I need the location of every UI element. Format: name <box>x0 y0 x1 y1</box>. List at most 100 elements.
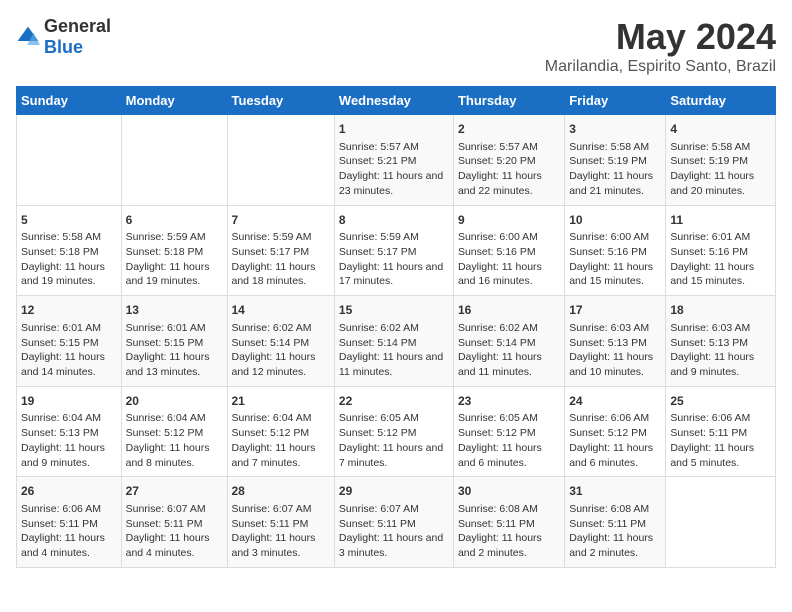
calendar-cell: 21Sunrise: 6:04 AM Sunset: 5:12 PM Dayli… <box>227 386 334 477</box>
day-number: 11 <box>670 212 771 229</box>
day-number: 23 <box>458 393 560 410</box>
logo-blue: Blue <box>44 37 83 57</box>
day-number: 1 <box>339 121 449 138</box>
day-number: 22 <box>339 393 449 410</box>
day-info: Sunrise: 5:58 AM Sunset: 5:19 PM Dayligh… <box>670 140 771 199</box>
day-info: Sunrise: 5:59 AM Sunset: 5:18 PM Dayligh… <box>126 230 223 289</box>
day-info: Sunrise: 6:02 AM Sunset: 5:14 PM Dayligh… <box>232 321 330 380</box>
day-info: Sunrise: 6:07 AM Sunset: 5:11 PM Dayligh… <box>126 502 223 561</box>
day-info: Sunrise: 5:58 AM Sunset: 5:18 PM Dayligh… <box>21 230 117 289</box>
day-info: Sunrise: 5:58 AM Sunset: 5:19 PM Dayligh… <box>569 140 661 199</box>
day-info: Sunrise: 6:00 AM Sunset: 5:16 PM Dayligh… <box>569 230 661 289</box>
calendar-cell: 16Sunrise: 6:02 AM Sunset: 5:14 PM Dayli… <box>453 296 564 387</box>
day-number: 10 <box>569 212 661 229</box>
logo-icon <box>16 25 40 49</box>
day-number: 24 <box>569 393 661 410</box>
calendar-week-row: 1 Sunrise: 5:57 AM Sunset: 5:21 PM Daylig… <box>17 115 776 206</box>
calendar-cell: 15 Sunrise: 6:02 AM Sunset: 5:14 PM Dayli… <box>334 296 453 387</box>
day-number: 29 <box>339 483 449 500</box>
header-day: Tuesday <box>227 87 334 115</box>
day-number: 19 <box>21 393 117 410</box>
day-number: 31 <box>569 483 661 500</box>
day-info: Sunrise: 6:01 AM Sunset: 5:16 PM Dayligh… <box>670 230 771 289</box>
day-info: Sunrise: 5:59 AM Sunset: 5:17 PM Dayligh… <box>232 230 330 289</box>
header-day: Saturday <box>666 87 776 115</box>
day-info: Sunrise: 6:06 AM Sunset: 5:11 PM Dayligh… <box>670 411 771 470</box>
day-number: 25 <box>670 393 771 410</box>
day-number: 30 <box>458 483 560 500</box>
calendar-cell: 24Sunrise: 6:06 AM Sunset: 5:12 PM Dayli… <box>565 386 666 477</box>
day-info: Sunrise: 6:07 AM Sunset: 5:11 PM Dayligh… <box>339 502 449 561</box>
calendar-cell: 11Sunrise: 6:01 AM Sunset: 5:16 PM Dayli… <box>666 205 776 296</box>
calendar-table: SundayMondayTuesdayWednesdayThursdayFrid… <box>16 86 776 568</box>
calendar-cell <box>17 115 122 206</box>
day-info: Sunrise: 6:07 AM Sunset: 5:11 PM Dayligh… <box>232 502 330 561</box>
day-info: Sunrise: 6:00 AM Sunset: 5:16 PM Dayligh… <box>458 230 560 289</box>
calendar-cell: 31 Sunrise: 6:08 AM Sunset: 5:11 PM Dayli… <box>565 477 666 568</box>
calendar-cell: 6Sunrise: 5:59 AM Sunset: 5:18 PM Daylig… <box>121 205 227 296</box>
day-number: 6 <box>126 212 223 229</box>
calendar-cell: 25Sunrise: 6:06 AM Sunset: 5:11 PM Dayli… <box>666 386 776 477</box>
header-day: Sunday <box>17 87 122 115</box>
day-number: 13 <box>126 302 223 319</box>
day-number: 26 <box>21 483 117 500</box>
calendar-cell: 9Sunrise: 6:00 AM Sunset: 5:16 PM Daylig… <box>453 205 564 296</box>
day-number: 14 <box>232 302 330 319</box>
day-info: Sunrise: 5:57 AM Sunset: 5:21 PM Dayligh… <box>339 140 449 199</box>
calendar-cell <box>666 477 776 568</box>
calendar-week-row: 19Sunrise: 6:04 AM Sunset: 5:13 PM Dayli… <box>17 386 776 477</box>
day-info: Sunrise: 6:08 AM Sunset: 5:11 PM Dayligh… <box>569 502 661 561</box>
calendar-cell: 22Sunrise: 6:05 AM Sunset: 5:12 PM Dayli… <box>334 386 453 477</box>
day-info: Sunrise: 6:06 AM Sunset: 5:12 PM Dayligh… <box>569 411 661 470</box>
page-subtitle: Marilandia, Espirito Santo, Brazil <box>545 58 776 76</box>
logo: General Blue <box>16 16 111 58</box>
calendar-cell: 7Sunrise: 5:59 AM Sunset: 5:17 PM Daylig… <box>227 205 334 296</box>
day-info: Sunrise: 6:04 AM Sunset: 5:12 PM Dayligh… <box>126 411 223 470</box>
calendar-cell: 14 Sunrise: 6:02 AM Sunset: 5:14 PM Dayli… <box>227 296 334 387</box>
header-day: Wednesday <box>334 87 453 115</box>
calendar-cell: 19Sunrise: 6:04 AM Sunset: 5:13 PM Dayli… <box>17 386 122 477</box>
day-number: 16 <box>458 302 560 319</box>
day-number: 8 <box>339 212 449 229</box>
day-number: 9 <box>458 212 560 229</box>
calendar-cell: 10Sunrise: 6:00 AM Sunset: 5:16 PM Dayli… <box>565 205 666 296</box>
day-info: Sunrise: 6:05 AM Sunset: 5:12 PM Dayligh… <box>458 411 560 470</box>
day-info: Sunrise: 6:04 AM Sunset: 5:13 PM Dayligh… <box>21 411 117 470</box>
day-info: Sunrise: 6:03 AM Sunset: 5:13 PM Dayligh… <box>670 321 771 380</box>
logo-general: General <box>44 16 111 36</box>
calendar-cell: 28 Sunrise: 6:07 AM Sunset: 5:11 PM Dayli… <box>227 477 334 568</box>
calendar-cell: 13 Sunrise: 6:01 AM Sunset: 5:15 PM Dayli… <box>121 296 227 387</box>
calendar-cell: 2 Sunrise: 5:57 AM Sunset: 5:20 PM Daylig… <box>453 115 564 206</box>
day-number: 5 <box>21 212 117 229</box>
calendar-cell: 4 Sunrise: 5:58 AM Sunset: 5:19 PM Daylig… <box>666 115 776 206</box>
day-info: Sunrise: 6:06 AM Sunset: 5:11 PM Dayligh… <box>21 502 117 561</box>
calendar-cell: 20Sunrise: 6:04 AM Sunset: 5:12 PM Dayli… <box>121 386 227 477</box>
day-number: 4 <box>670 121 771 138</box>
calendar-cell: 12 Sunrise: 6:01 AM Sunset: 5:15 PM Dayli… <box>17 296 122 387</box>
header-day: Monday <box>121 87 227 115</box>
calendar-cell: 26 Sunrise: 6:06 AM Sunset: 5:11 PM Dayli… <box>17 477 122 568</box>
calendar-cell: 8Sunrise: 5:59 AM Sunset: 5:17 PM Daylig… <box>334 205 453 296</box>
day-number: 12 <box>21 302 117 319</box>
calendar-week-row: 26 Sunrise: 6:06 AM Sunset: 5:11 PM Dayli… <box>17 477 776 568</box>
day-info: Sunrise: 6:05 AM Sunset: 5:12 PM Dayligh… <box>339 411 449 470</box>
day-info: Sunrise: 6:01 AM Sunset: 5:15 PM Dayligh… <box>21 321 117 380</box>
day-number: 15 <box>339 302 449 319</box>
day-info: Sunrise: 6:01 AM Sunset: 5:15 PM Dayligh… <box>126 321 223 380</box>
day-info: Sunrise: 6:02 AM Sunset: 5:14 PM Dayligh… <box>339 321 449 380</box>
day-info: Sunrise: 5:57 AM Sunset: 5:20 PM Dayligh… <box>458 140 560 199</box>
day-number: 21 <box>232 393 330 410</box>
day-info: Sunrise: 5:59 AM Sunset: 5:17 PM Dayligh… <box>339 230 449 289</box>
calendar-cell: 5Sunrise: 5:58 AM Sunset: 5:18 PM Daylig… <box>17 205 122 296</box>
day-number: 28 <box>232 483 330 500</box>
calendar-cell: 17Sunrise: 6:03 AM Sunset: 5:13 PM Dayli… <box>565 296 666 387</box>
header-day: Thursday <box>453 87 564 115</box>
header: General Blue May 2024 Marilandia, Espiri… <box>16 16 776 76</box>
day-info: Sunrise: 6:04 AM Sunset: 5:12 PM Dayligh… <box>232 411 330 470</box>
day-number: 2 <box>458 121 560 138</box>
calendar-cell: 23Sunrise: 6:05 AM Sunset: 5:12 PM Dayli… <box>453 386 564 477</box>
header-day: Friday <box>565 87 666 115</box>
title-area: May 2024 Marilandia, Espirito Santo, Bra… <box>545 16 776 76</box>
page-title: May 2024 <box>545 16 776 58</box>
calendar-cell: 1 Sunrise: 5:57 AM Sunset: 5:21 PM Daylig… <box>334 115 453 206</box>
